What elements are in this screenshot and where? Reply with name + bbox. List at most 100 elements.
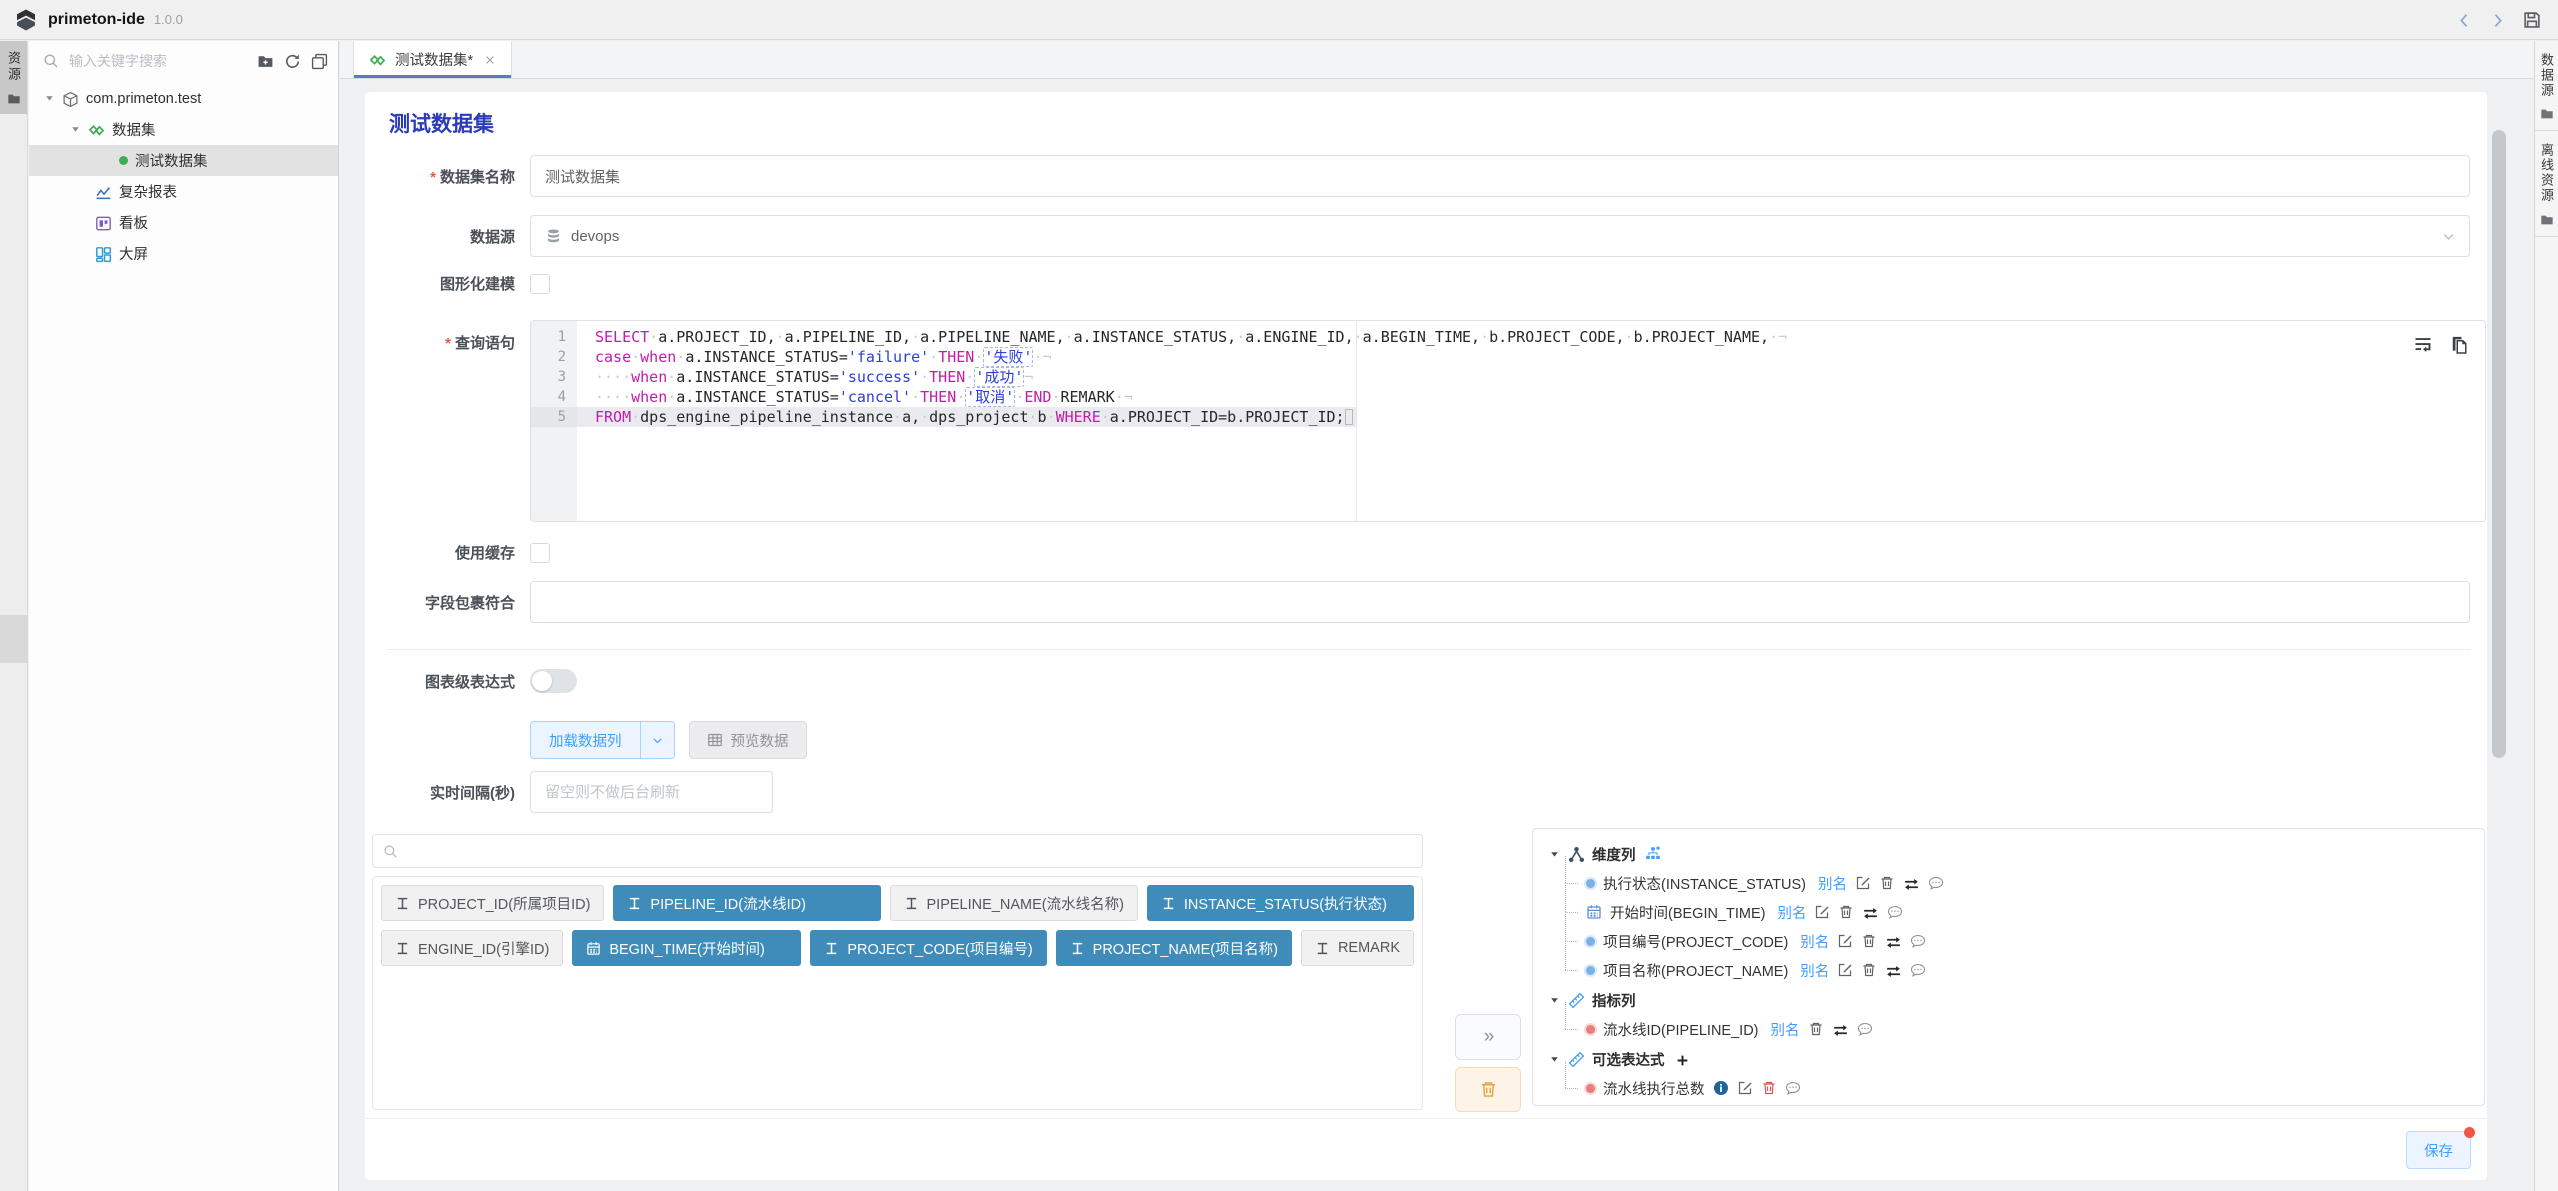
plus-icon[interactable] [1676,1051,1689,1066]
trash-icon[interactable] [1861,933,1877,951]
column-section-header[interactable]: 指标列 [1549,985,2484,1015]
field-chip[interactable]: BEGIN_TIME(开始时间) [572,930,801,966]
tab-test-dataset[interactable]: 测试数据集* [353,41,512,78]
field-chip[interactable]: PIPELINE_ID(流水线ID) [613,885,880,921]
trash-icon[interactable] [1861,962,1877,980]
field-chip[interactable]: REMARK [1301,930,1414,966]
edit-icon[interactable] [1737,1080,1753,1098]
text-type-icon [1161,895,1176,912]
move-right-button[interactable]: » [1455,1014,1521,1060]
close-tab-icon[interactable] [484,53,496,67]
offline-resource-vertical-tab[interactable]: 离线资源 [2535,131,2558,236]
wrap-symbol-input[interactable] [530,581,2470,623]
vertical-scrollbar[interactable] [2492,130,2506,758]
trash-icon[interactable] [1838,904,1854,922]
comment-icon[interactable] [1785,1080,1801,1098]
sql-editor[interactable]: 12345 SELECT·a.PROJECT_ID,·a.PIPELINE_ID… [530,320,2486,522]
interval-row: 实时间隔(秒) [365,771,2487,813]
load-columns-button[interactable]: 加载数据列 [531,722,640,758]
comment-icon[interactable] [1910,933,1926,951]
alias-link[interactable]: 别名 [1800,960,1829,981]
trash-icon[interactable] [1761,1080,1777,1098]
caret-down-icon[interactable] [1549,848,1561,860]
edit-icon[interactable] [1814,904,1830,922]
tree-node-project[interactable]: com.primeton.test [29,83,338,114]
field-chip[interactable]: PROJECT_NAME(项目名称) [1056,930,1292,966]
caret-down-icon[interactable] [69,124,81,136]
delete-selected-button[interactable] [1455,1067,1521,1112]
trash-icon[interactable] [1808,1021,1824,1039]
save-all-icon[interactable] [2522,8,2542,31]
tree-node-kanban[interactable]: 看板 [29,207,338,238]
graphical-modeling-checkbox[interactable] [530,274,550,294]
tree-node-dataset-group[interactable]: 数据集 [29,114,338,145]
resources-vertical-tab[interactable]: 资源 [0,41,27,114]
caret-down-icon[interactable] [1549,1053,1561,1065]
alias-link[interactable]: 别名 [1771,1019,1800,1040]
column-item[interactable]: 开始时间(BEGIN_TIME)别名 [1549,898,2484,927]
columns-search-input[interactable] [406,842,1412,860]
column-section-header[interactable]: 可选表达式 [1549,1044,2484,1074]
dataset-name-input[interactable] [530,155,2470,197]
edit-icon[interactable] [1855,875,1871,893]
code-line: case·when·a.INSTANCE_STATUS='failure'·TH… [577,347,2485,367]
column-section-header[interactable]: 维度列 [1549,839,2484,869]
copy-sql-icon[interactable] [2449,331,2469,355]
comment-icon[interactable] [1887,904,1903,922]
column-item[interactable]: 流水线执行总数 [1549,1074,2484,1103]
swap-icon[interactable] [1862,903,1879,923]
collapse-all-icon[interactable] [311,51,328,71]
field-chip[interactable]: PROJECT_ID(所属项目ID) [381,885,604,921]
column-item[interactable]: 执行状态(INSTANCE_STATUS)别名 [1549,869,2484,898]
caret-down-icon[interactable] [43,93,55,105]
edit-icon[interactable] [1837,933,1853,951]
field-chip[interactable]: PIPELINE_NAME(流水线名称) [890,885,1138,921]
preview-data-button[interactable]: 预览数据 [689,721,807,759]
use-cache-checkbox[interactable] [530,543,550,563]
swap-icon[interactable] [1832,1020,1849,1040]
field-chip[interactable]: INSTANCE_STATUS(执行状态) [1147,885,1414,921]
trash-icon[interactable] [1879,875,1895,893]
alias-link[interactable]: 别名 [1777,902,1806,923]
column-item[interactable]: 流水线ID(PIPELINE_ID)别名 [1549,1015,2484,1044]
field-chip[interactable]: ENGINE_ID(引擎ID) [381,930,563,966]
field-chip[interactable]: PROJECT_CODE(项目编号) [810,930,1046,966]
nav-back-icon[interactable] [2456,10,2473,30]
swap-icon[interactable] [1885,961,1902,981]
line-number: 1 [531,327,577,347]
tree-plus-icon[interactable] [1645,845,1661,863]
refresh-icon[interactable] [284,51,301,71]
swap-icon[interactable] [1885,932,1902,952]
comment-icon[interactable] [1910,962,1926,980]
format-sql-icon[interactable] [2413,331,2433,355]
interval-input[interactable] [530,771,773,813]
new-folder-icon[interactable] [257,51,274,71]
dock-panel-handle[interactable] [0,615,28,663]
wrap-symbol-label: 字段包裹符合 [365,592,515,613]
comment-icon[interactable] [1857,1021,1873,1039]
comment-icon[interactable] [1928,875,1944,893]
column-item[interactable]: 项目编号(PROJECT_CODE)别名 [1549,927,2484,956]
alias-link[interactable]: 别名 [1818,873,1847,894]
folder-icon [2540,105,2554,121]
save-button[interactable]: 保存 [2406,1131,2471,1169]
tree-node-test-dataset[interactable]: 测试数据集 [29,145,338,176]
tree-node-bigscreen[interactable]: 大屏 [29,238,338,269]
datasource-vertical-tab[interactable]: 数据源 [2535,41,2558,131]
preview-data-label: 预览数据 [731,730,789,751]
columns-search-box[interactable] [372,834,1423,868]
caret-down-icon[interactable] [1549,994,1561,1006]
sidebar-search-input[interactable] [67,52,249,70]
edit-icon[interactable] [1837,962,1853,980]
tree-node-complex-report[interactable]: 复杂报表 [29,176,338,207]
nav-forward-icon[interactable] [2489,10,2506,30]
chart-expression-toggle[interactable] [530,669,577,693]
sql-editor-code[interactable]: SELECT·a.PROJECT_ID,·a.PIPELINE_ID,·a.PI… [577,321,2485,521]
datasource-select[interactable]: devops [530,215,2470,257]
info-icon[interactable] [1713,1080,1729,1098]
alias-link[interactable]: 别名 [1800,931,1829,952]
load-columns-split-button[interactable]: 加载数据列 [530,721,675,759]
swap-icon[interactable] [1903,874,1920,894]
load-columns-dropdown-icon[interactable] [640,722,674,758]
column-item[interactable]: 项目名称(PROJECT_NAME)别名 [1549,956,2484,985]
